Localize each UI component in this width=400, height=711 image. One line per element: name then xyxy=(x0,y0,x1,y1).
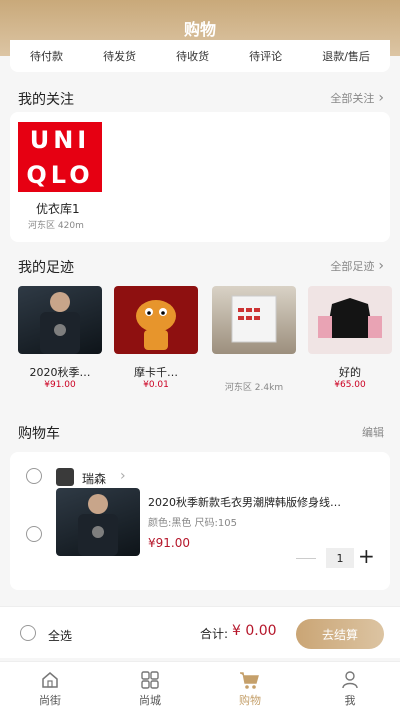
footprint-title: 摩卡千… xyxy=(134,366,178,379)
bottom-tabbar: 尚街 尚城 购物 我 xyxy=(0,661,400,711)
cart-edit-button[interactable]: 编辑 xyxy=(362,424,384,440)
all-follow-link[interactable]: 全部关注 › xyxy=(330,90,384,106)
quantity-decrease-button[interactable] xyxy=(296,558,316,559)
footprint-price: ¥65.00 xyxy=(334,380,366,390)
cart-card: 瑞森 › 2020秋季新款毛衣男潮牌韩版修身线… 颜色:黑色 尺码:105 ¥9… xyxy=(10,452,390,590)
checkout-button[interactable]: 去结算 xyxy=(296,619,384,649)
product-thumbnail xyxy=(114,286,198,354)
cart-product-spec: 颜色:黑色 尺码:105 xyxy=(148,518,238,529)
follow-card: UNI QLO 优衣库1 河东区 420m xyxy=(10,112,390,242)
box-image xyxy=(231,295,277,343)
quantity-increase-button[interactable]: + xyxy=(358,546,375,566)
tab-shopping[interactable]: 购物 xyxy=(200,662,300,711)
product-thumbnail xyxy=(212,286,296,354)
total-label: 合计: xyxy=(200,627,229,641)
chevron-right-icon: › xyxy=(378,258,384,274)
shop-avatar xyxy=(56,468,74,486)
all-footprint-label: 全部足迹 xyxy=(330,260,375,273)
footprint-location: 河东区 2.4km xyxy=(212,380,296,393)
sweater-image xyxy=(78,494,118,556)
select-all-label[interactable]: 全选 xyxy=(48,627,72,644)
tab-shangcheng[interactable]: 尚城 xyxy=(100,662,200,711)
tab-label: 尚城 xyxy=(139,694,161,707)
order-status-strip: 待付款 待发货 待收货 待评论 退款/售后 xyxy=(10,40,390,72)
footprint-distance: 2.4km xyxy=(254,383,284,393)
page-title: 购物 xyxy=(183,20,216,39)
tab-pending-receipt[interactable]: 待收货 xyxy=(176,48,209,64)
total-value: ¥ 0.00 xyxy=(232,623,277,639)
logo-line-1: UNI xyxy=(29,125,91,154)
cart-section-title: 购物车 xyxy=(18,426,60,442)
tab-shangjie[interactable]: 尚街 xyxy=(0,662,100,711)
footprint-item[interactable]: 2020秋季… ¥91.00 xyxy=(18,286,102,394)
chevron-right-icon: › xyxy=(120,468,126,484)
footprint-district: 河东区 xyxy=(224,383,252,393)
cart-product-title[interactable]: 2020秋季新款毛衣男潮牌韩版修身线… xyxy=(148,494,380,510)
user-icon xyxy=(342,671,358,689)
all-follow-label: 全部关注 xyxy=(330,92,375,105)
cart-icon xyxy=(240,672,259,689)
sweater-image xyxy=(40,292,80,354)
checkout-bar: 全选 合计: ¥ 0.00 去结算 xyxy=(0,606,400,658)
footprint-price: ¥0.01 xyxy=(143,380,169,390)
footprint-section-title: 我的足迹 xyxy=(18,260,74,276)
item-select-radio[interactable] xyxy=(26,526,42,542)
footprint-item[interactable]: 好的 ¥65.00 xyxy=(308,286,392,394)
grid-icon xyxy=(141,671,159,689)
home-icon xyxy=(42,672,58,688)
select-all-radio[interactable] xyxy=(20,625,36,641)
all-footprint-link[interactable]: 全部足迹 › xyxy=(330,258,384,274)
quantity-field[interactable]: 1 xyxy=(326,548,354,568)
tab-pending-review[interactable]: 待评论 xyxy=(249,48,282,64)
footprint-list: 2020秋季… ¥91.00 摩卡千… ¥0.01 河东区 2.4km 好的 ¥… xyxy=(0,286,400,396)
store-meta: 河东区 420m xyxy=(28,218,84,231)
tab-me[interactable]: 我 xyxy=(300,662,400,711)
product-thumbnail xyxy=(18,286,102,354)
store-name: 优衣库1 xyxy=(36,202,80,216)
tab-refund[interactable]: 退款/售后 xyxy=(322,48,370,64)
tab-pending-shipment[interactable]: 待发货 xyxy=(103,48,136,64)
footprint-title: 2020秋季… xyxy=(29,366,91,379)
logo-line-2: QLO xyxy=(26,160,94,189)
tab-label: 购物 xyxy=(239,694,261,707)
chevron-right-icon: › xyxy=(378,90,384,106)
tab-label: 我 xyxy=(344,694,356,707)
shop-name[interactable]: 瑞森 xyxy=(82,470,106,487)
product-thumbnail xyxy=(308,286,392,354)
cart-product-price: ¥91.00 xyxy=(148,536,190,550)
jacket-image xyxy=(318,298,382,338)
footprint-item[interactable]: 河东区 2.4km xyxy=(212,286,296,394)
tab-pending-payment[interactable]: 待付款 xyxy=(30,48,63,64)
store-district: 河东区 xyxy=(28,221,56,231)
store-logo[interactable]: UNI QLO xyxy=(18,122,102,192)
tab-label: 尚街 xyxy=(39,694,61,707)
footprint-title: 好的 xyxy=(339,366,361,379)
footprint-item[interactable]: 摩卡千… ¥0.01 xyxy=(114,286,198,394)
cart-product-image[interactable] xyxy=(56,488,140,556)
garfield-image xyxy=(136,300,176,350)
follow-section-title: 我的关注 xyxy=(18,92,74,108)
footprint-price: ¥91.00 xyxy=(44,380,76,390)
store-distance: 420m xyxy=(57,221,84,231)
shop-select-radio[interactable] xyxy=(26,468,42,484)
